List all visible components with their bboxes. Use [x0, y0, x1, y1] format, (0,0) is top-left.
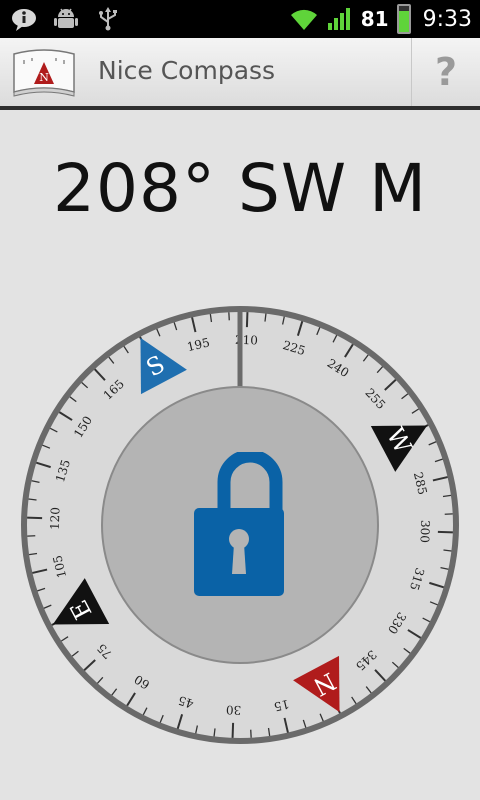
tick-mark	[27, 516, 43, 520]
tick-label: 30	[226, 703, 242, 718]
tick-mark	[437, 530, 453, 534]
compass-dial: 1530456075105120135150165195 210 225240255…	[21, 306, 459, 744]
unlocked-icon[interactable]	[192, 452, 286, 598]
tick-mark	[245, 312, 249, 328]
tick-label: 300	[417, 520, 432, 543]
tick-label: 120	[48, 507, 63, 530]
tick-mark	[231, 722, 235, 738]
